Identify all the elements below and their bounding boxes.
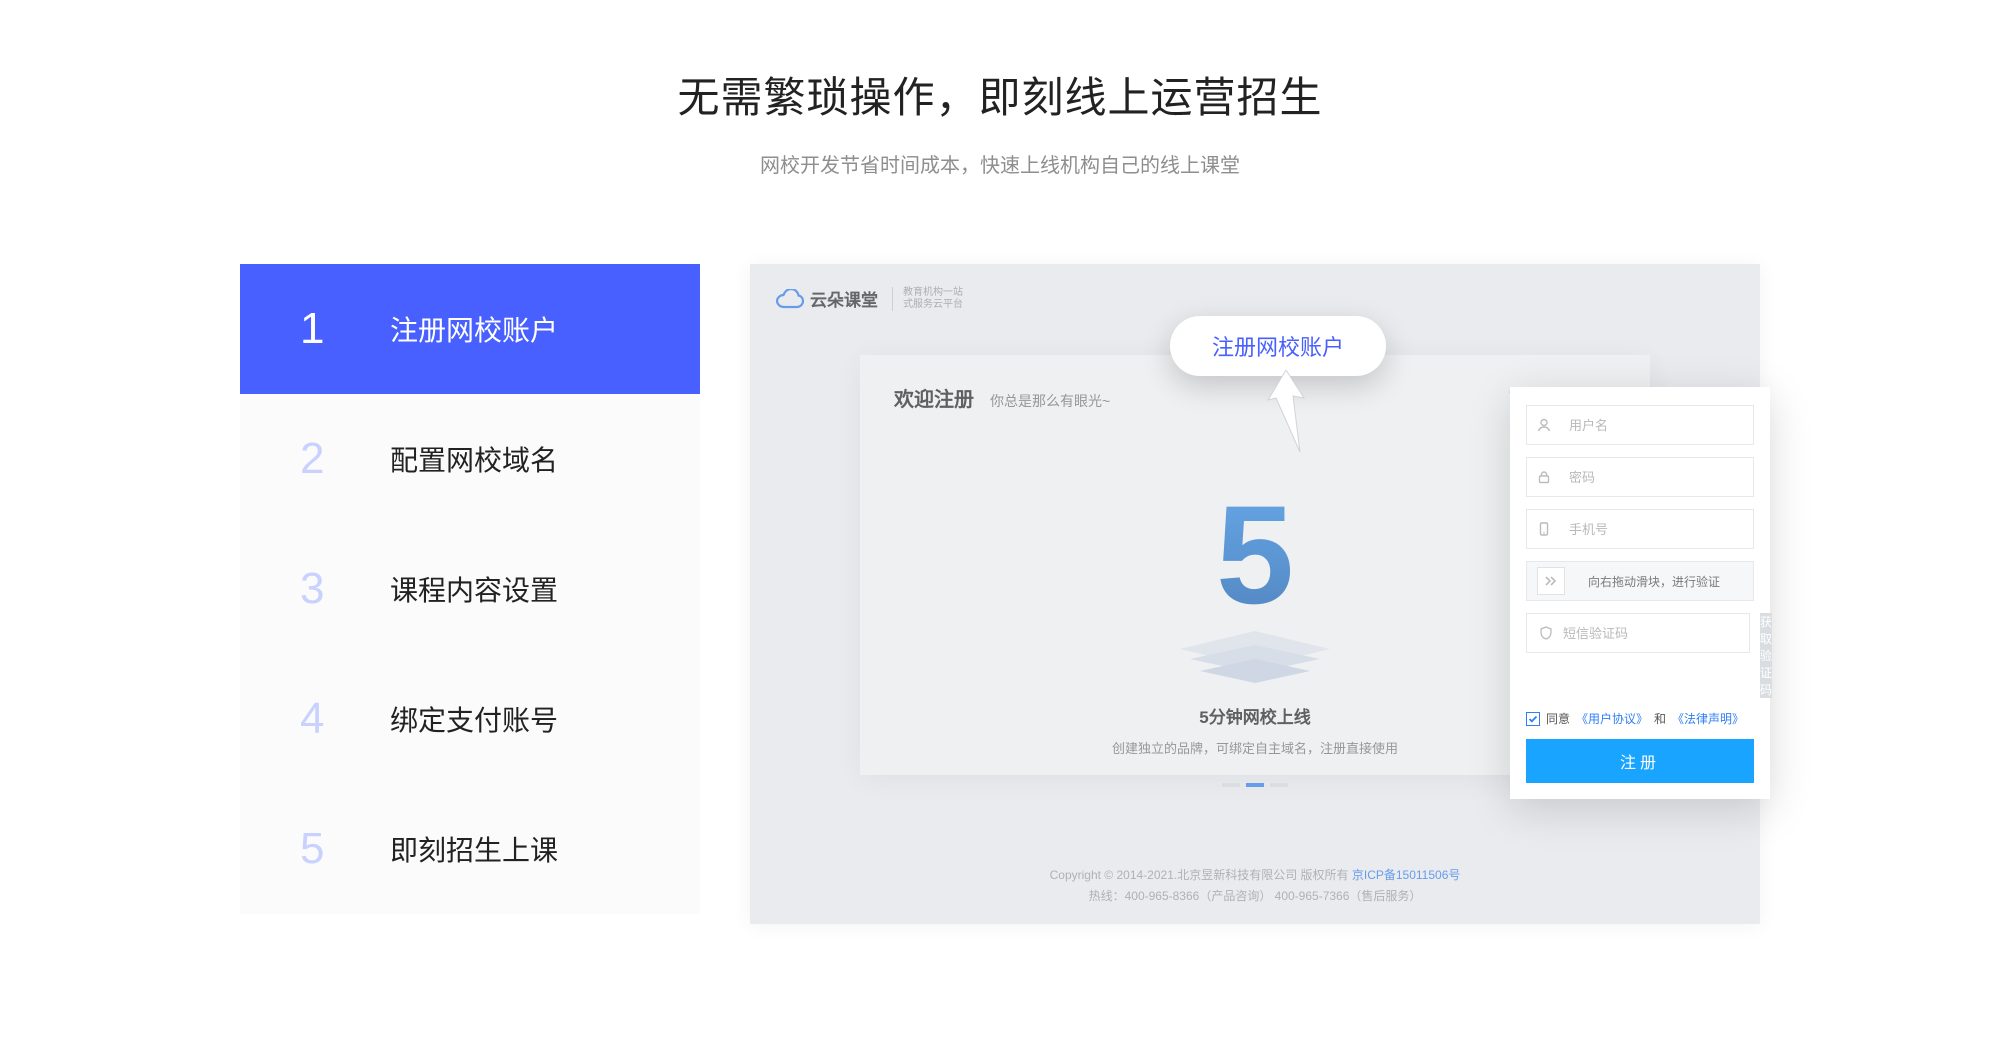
preview-footer: Copyright © 2014-2021.北京昱新科技有限公司 版权所有 京I… (750, 866, 1760, 904)
step-label: 配置网校域名 (390, 439, 558, 479)
step-label: 绑定支付账号 (390, 699, 558, 739)
step-item-course[interactable]: 3 课程内容设置 (240, 524, 700, 654)
step-number: 5 (300, 824, 370, 874)
preview-header: 云朵课堂 教育机构一站 式服务云平台 (776, 286, 1734, 311)
lock-icon (1537, 470, 1551, 484)
agree-checkbox[interactable] (1526, 712, 1540, 726)
register-card: 欢迎注册 你总是那么有眼光~ 已有账号？去 登录 5 (860, 355, 1650, 775)
slider-text: 向右拖动滑块，进行验证 (1565, 573, 1743, 590)
sms-code-input[interactable] (1563, 626, 1739, 641)
cloud-icon (776, 289, 804, 309)
get-code-button[interactable]: 获取验证码 (1760, 613, 1772, 698)
brand-tagline: 教育机构一站 式服务云平台 (892, 287, 963, 311)
hero-desc: 创建独立的品牌，可绑定自主域名，注册直接使用 (1105, 738, 1405, 757)
brand-name: 云朵课堂 (810, 286, 878, 311)
user-agreement-link[interactable]: 《用户协议》 (1576, 710, 1648, 727)
agree-row: 同意 《用户协议》 和 《法律声明》 (1526, 710, 1754, 727)
step-number: 3 (300, 564, 370, 614)
password-input[interactable] (1569, 470, 1745, 485)
sms-code-field[interactable] (1526, 613, 1750, 653)
register-form: 向右拖动滑块，进行验证 获取验证码 同意 《用 (1510, 387, 1770, 799)
welcome-slogan: 你总是那么有眼光~ (990, 391, 1110, 411)
step-number: 2 (300, 434, 370, 484)
step-item-register[interactable]: 1 注册网校账户 (240, 264, 700, 394)
icp-link[interactable]: 京ICP备15011506号 (1352, 868, 1461, 882)
step-list: 1 注册网校账户 2 配置网校域名 3 课程内容设置 4 绑定支付账号 5 即刻… (240, 264, 700, 924)
step-label: 注册网校账户 (390, 309, 558, 349)
username-input[interactable] (1569, 418, 1745, 433)
shield-icon (1537, 626, 1555, 640)
step-item-launch[interactable]: 5 即刻招生上课 (240, 784, 700, 914)
welcome-title: 欢迎注册 (894, 383, 974, 412)
slider-handle-icon[interactable] (1537, 567, 1565, 595)
phone-input[interactable] (1569, 522, 1745, 537)
hero-area: 5 5分钟网校上线 创建独立的品牌，可绑定自主域名，注册直接使用 (1105, 485, 1405, 787)
brand-logo: 云朵课堂 (776, 286, 878, 311)
callout-bubble: 注册网校账户 (1170, 316, 1386, 376)
step-item-payment[interactable]: 4 绑定支付账号 (240, 654, 700, 784)
phone-field[interactable] (1526, 509, 1754, 549)
step-item-domain[interactable]: 2 配置网校域名 (240, 394, 700, 524)
pointer-arrow-icon (1256, 370, 1316, 465)
username-field[interactable] (1526, 405, 1754, 445)
slider-captcha[interactable]: 向右拖动滑块，进行验证 (1526, 561, 1754, 601)
register-button[interactable]: 注册 (1526, 739, 1754, 783)
step-number: 4 (300, 694, 370, 744)
page-title: 无需繁琐操作，即刻线上运营招生 (0, 64, 2000, 125)
hero-headline: 5分钟网校上线 (1105, 703, 1405, 728)
step-label: 即刻招生上课 (390, 829, 558, 869)
step-label: 课程内容设置 (390, 569, 558, 609)
hero-digit: 5 (1155, 485, 1355, 625)
step-number: 1 (300, 304, 370, 354)
legal-statement-link[interactable]: 《法律声明》 (1672, 710, 1744, 727)
preview-panel: 云朵课堂 教育机构一站 式服务云平台 欢迎注册 你总是那么有眼光~ 已有账号？去… (750, 264, 1760, 924)
pager-dots (1105, 783, 1405, 787)
stacked-plates-icon (1170, 631, 1340, 691)
phone-icon (1537, 522, 1551, 536)
password-field[interactable] (1526, 457, 1754, 497)
page-subtitle: 网校开发节省时间成本，快速上线机构自己的线上课堂 (0, 149, 2000, 178)
user-icon (1537, 418, 1551, 432)
